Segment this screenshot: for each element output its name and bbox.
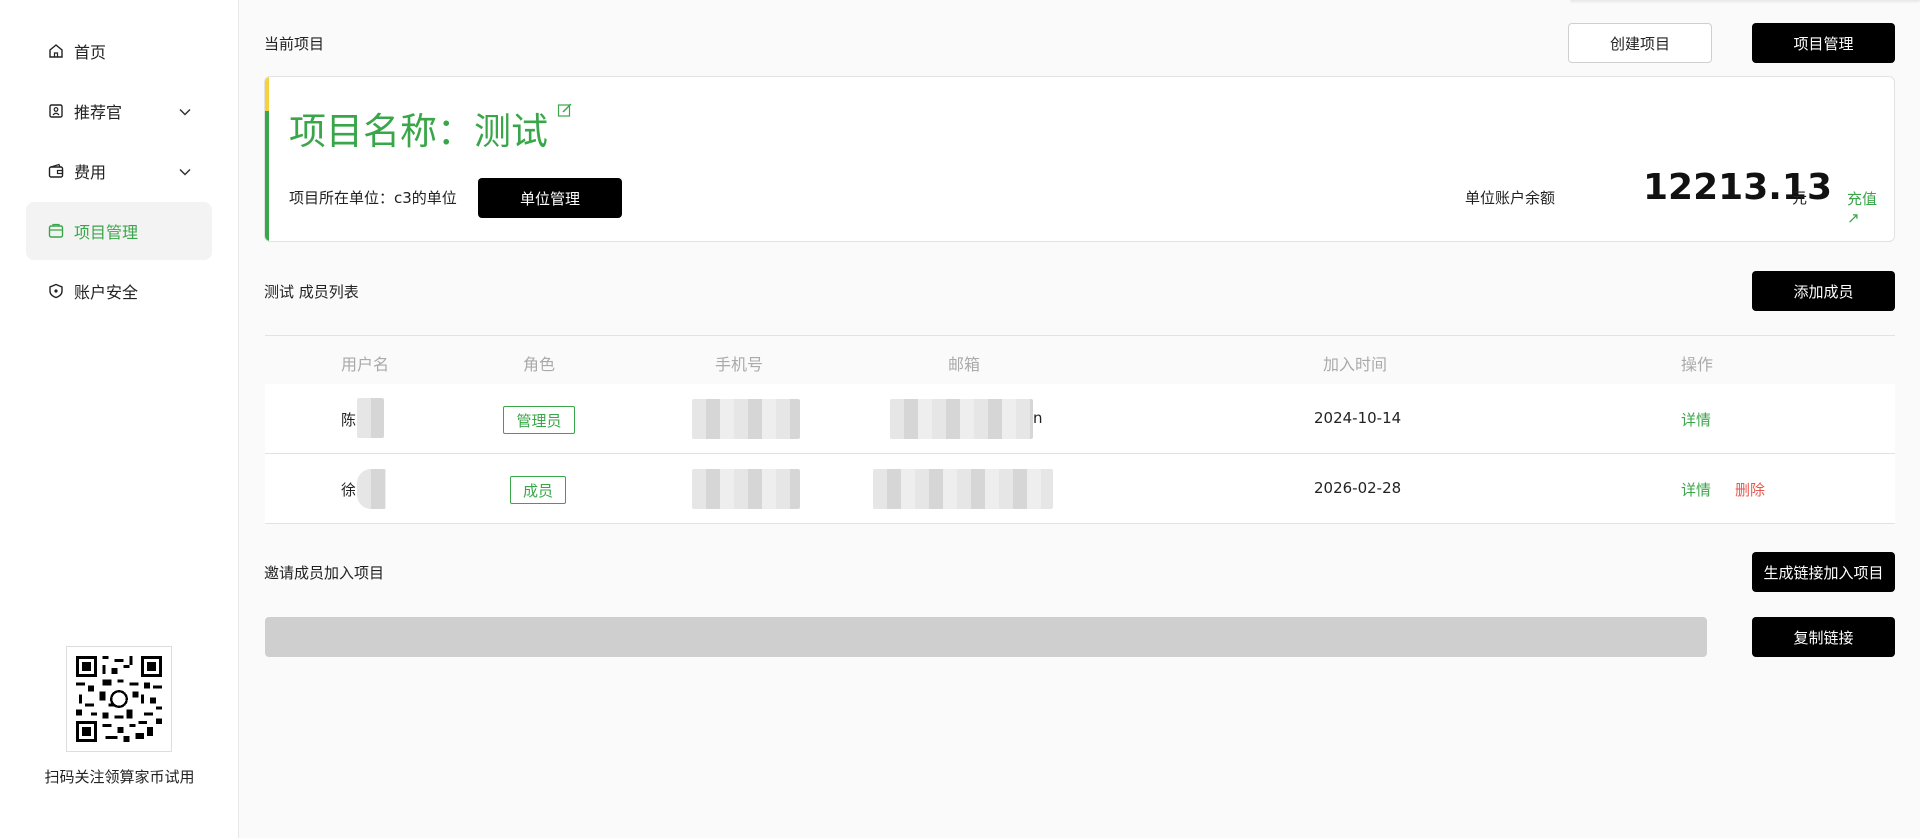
create-project-button[interactable]: 创建项目: [1568, 23, 1712, 63]
join-date: 2026-02-28: [1314, 479, 1402, 497]
main-content: 当前项目 创建项目 项目管理 项目名称：测试 项目所在单位：c3的单位 单位管理…: [240, 0, 1920, 838]
column-header: 用户名: [340, 355, 390, 374]
qr-code: [66, 646, 172, 752]
project-title: 项目名称：测试: [289, 110, 548, 153]
role-tag: 成员: [510, 476, 566, 504]
member-list-title: 测试 成员列表: [264, 283, 359, 301]
unit-management-button[interactable]: 单位管理: [478, 178, 622, 218]
sidebar-item-label: 费用: [74, 163, 107, 182]
sidebar-item-account-security[interactable]: 账户安全: [26, 262, 212, 320]
sidebar-item-fees[interactable]: 费用: [26, 142, 212, 200]
badge-icon: [48, 103, 64, 119]
sidebar-item-home[interactable]: 首页: [26, 22, 212, 80]
sidebar-item-label: 项目管理: [74, 223, 139, 242]
column-header: 手机号: [714, 355, 764, 374]
redacted-email: [873, 469, 1053, 509]
sidebar: 首页 推荐官 费用 项目管理 账户安全 扫码关注领算家币试用: [0, 0, 239, 838]
sidebar-item-label: 推荐官: [74, 103, 123, 122]
redacted-phone: [692, 469, 800, 509]
currency-unit: 元: [1792, 189, 1808, 207]
invite-label: 邀请成员加入项目: [264, 564, 385, 582]
add-member-button[interactable]: 添加成员: [1752, 271, 1895, 311]
redacted-email: [890, 399, 1033, 439]
edit-icon[interactable]: [557, 102, 573, 122]
column-header: 操作: [1680, 355, 1714, 374]
table-row: 陈 管理员 n 2024-10-14 详情: [265, 384, 1895, 454]
redacted-username: [357, 398, 384, 438]
sidebar-item-recommender[interactable]: 推荐官: [26, 82, 212, 140]
popover-edge: [1570, 0, 1920, 4]
join-date: 2024-10-14: [1314, 409, 1402, 427]
table-header: 用户名 角色 手机号 邮箱 加入时间 操作: [265, 335, 1895, 385]
project-card: 项目名称：测试 项目所在单位：c3的单位 单位管理 单位账户余额 12213.1…: [264, 76, 1895, 242]
redacted-phone: [692, 399, 800, 439]
delete-link[interactable]: 删除: [1735, 479, 1765, 500]
redacted-username: [357, 469, 386, 509]
generate-link-button[interactable]: 生成链接加入项目: [1752, 552, 1895, 592]
role-tag: 管理员: [503, 406, 575, 434]
accent-bar: [265, 77, 269, 241]
project-unit: 项目所在单位：c3的单位: [289, 189, 457, 207]
shield-icon: [48, 283, 64, 299]
balance-label: 单位账户余额: [1465, 189, 1556, 207]
email-suffix: n: [1033, 409, 1043, 427]
recharge-link[interactable]: 充值 ↗: [1847, 188, 1894, 227]
chevron-down-icon[interactable]: [178, 164, 192, 183]
username: 徐: [341, 481, 357, 499]
username: 陈: [341, 411, 357, 429]
project-management-button[interactable]: 项目管理: [1752, 23, 1895, 63]
sidebar-item-label: 账户安全: [74, 283, 139, 302]
copy-link-button[interactable]: 复制链接: [1752, 617, 1895, 657]
chevron-down-icon[interactable]: [178, 104, 192, 123]
table-row: 徐 成员 2026-02-28 详情 删除: [265, 454, 1895, 524]
sidebar-item-project-management[interactable]: 项目管理: [26, 202, 212, 260]
invite-link-field[interactable]: [265, 617, 1707, 657]
column-header: 加入时间: [1322, 355, 1388, 374]
current-project-label: 当前项目: [264, 35, 325, 53]
qr-caption: 扫码关注领算家币试用: [44, 768, 195, 786]
details-link[interactable]: 详情: [1681, 479, 1711, 500]
home-icon: [48, 43, 64, 59]
project-icon: [48, 223, 64, 239]
column-header: 角色: [522, 355, 556, 374]
column-header: 邮箱: [947, 355, 981, 374]
sidebar-item-label: 首页: [74, 43, 107, 62]
details-link[interactable]: 详情: [1681, 409, 1711, 430]
wallet-icon: [48, 163, 64, 179]
